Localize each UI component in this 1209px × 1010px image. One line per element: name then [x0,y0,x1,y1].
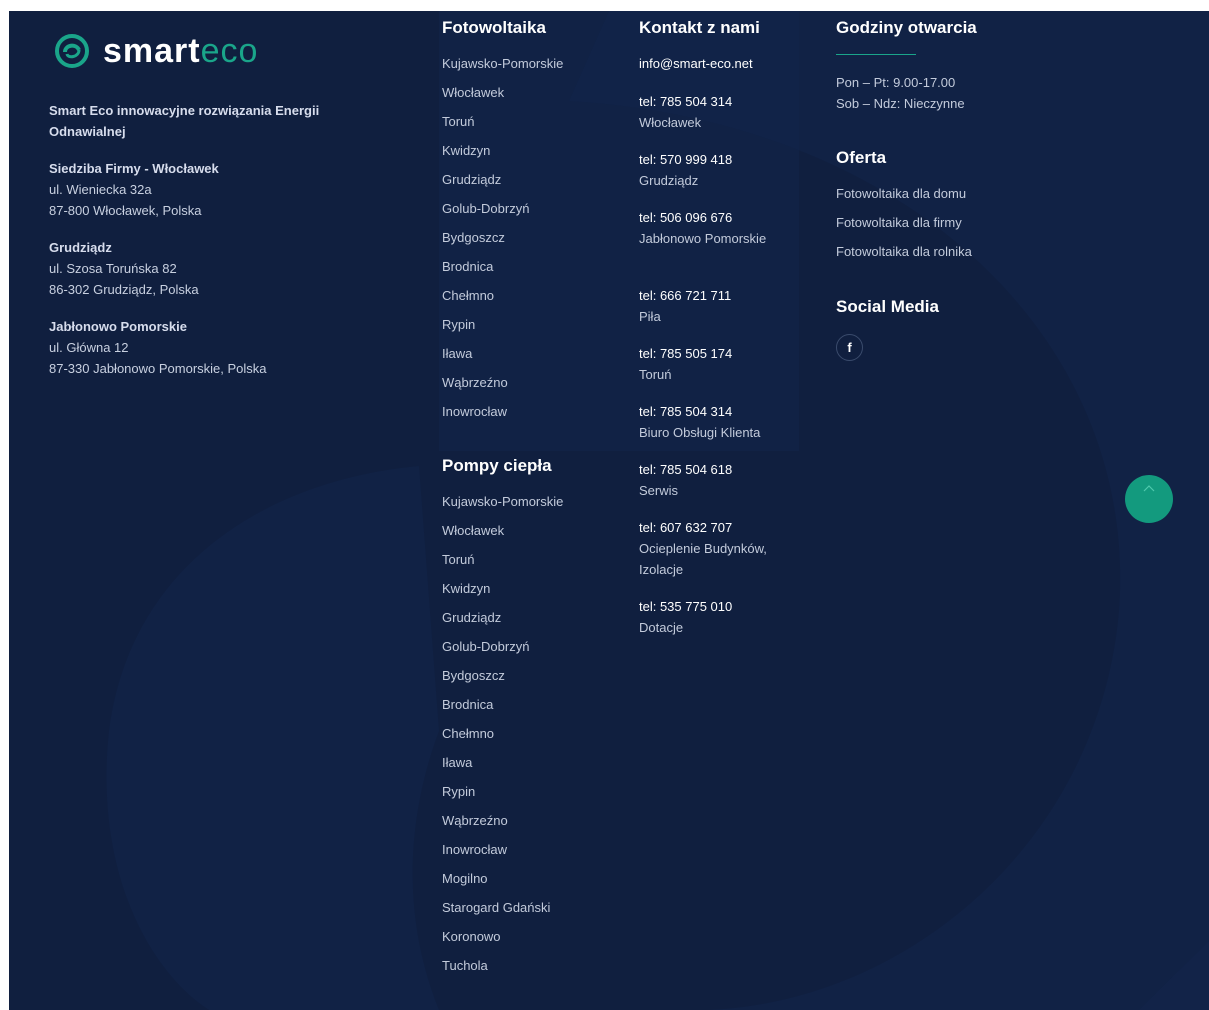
fotowoltaika-heading: Fotowoltaika [442,18,546,37]
oferta-link-rolnik[interactable]: Fotowoltaika dla rolnika [836,243,972,261]
pompy-link-wloclawek[interactable]: Włocławek [442,522,504,540]
pompy-link-wabrzezno[interactable]: Wąbrzeźno [442,812,508,830]
fotowoltaika-link-inowroclaw[interactable]: Inowrocław [442,403,507,421]
pompy-link-inowroclaw[interactable]: Inowrocław [442,841,507,859]
oferta-link-dom[interactable]: Fotowoltaika dla domu [836,185,966,203]
pompy-link-grudziadz[interactable]: Grudziądz [442,609,501,627]
pompy-link-mogilno[interactable]: Mogilno [442,870,488,888]
brand-name: smarteco [103,31,258,71]
contact-phone-link[interactable]: tel: 535 775 010 [639,596,732,617]
location-street: ul. Główna 12 [49,340,129,355]
fotowoltaika-link-golub-dobrzyn[interactable]: Golub-Dobrzyń [442,200,529,218]
brand-name-smart: smart [103,32,201,70]
hours-weekdays: Pon – Pt: 9.00-17.00 [836,75,956,90]
fotowoltaika-link-rypin[interactable]: Rypin [442,316,475,334]
contact-phone-description: Jabłonowo Pomorskie [639,231,767,246]
location-city: 87-800 Włocławek, Polska [49,203,202,218]
pompy-link-bydgoszcz[interactable]: Bydgoszcz [442,667,505,685]
brand-logo[interactable]: smarteco [55,31,258,71]
location-jablonowo: Jabłonowo Pomorskie ul. Główna 12 87-330… [49,316,379,379]
contact-phone-link[interactable]: tel: 785 504 314 [639,401,732,422]
smarteco-logo-icon [55,34,89,68]
contact-phone-description: Grudziądz [639,173,699,188]
contact-phone-link[interactable]: tel: 785 504 618 [639,459,732,480]
pompy-link-torun[interactable]: Toruń [442,551,475,569]
social-heading: Social Media [836,297,939,316]
contact-phone-description: Toruń [639,367,672,382]
pompy-heading: Pompy ciepła [442,456,552,475]
fotowoltaika-link-kwidzyn[interactable]: Kwidzyn [442,142,490,160]
pompy-link-ilawa[interactable]: Iława [442,754,472,772]
fotowoltaika-link-ilawa[interactable]: Iława [442,345,472,363]
contact-phone-link[interactable]: tel: 666 721 711 [639,285,731,306]
pompy-link-kwidzyn[interactable]: Kwidzyn [442,580,490,598]
pompy-link-chelmno[interactable]: Chełmno [442,725,494,743]
contact-phone-description: Serwis [639,483,679,498]
brand-name-eco: eco [200,32,259,70]
scroll-to-top-button[interactable] [1125,475,1173,523]
fotowoltaika-link-bydgoszcz[interactable]: Bydgoszcz [442,229,505,247]
fotowoltaika-link-grudziadz[interactable]: Grudziądz [442,171,501,189]
pompy-link-golub-dobrzyn[interactable]: Golub-Dobrzyń [442,638,529,656]
contact-phone-link[interactable]: tel: 607 632 707 [639,517,732,538]
site-footer: smarteco Smart Eco innowacyjne rozwiązan… [9,11,1209,1010]
contact-phone-link[interactable]: tel: 506 096 676 [639,207,732,228]
pompy-link-kujawsko-pomorskie[interactable]: Kujawsko-Pomorskie [442,493,563,511]
contact-phone-description: Ocieplenie Budynków, Izolacje [639,541,767,577]
location-wloclawek: Siedziba Firmy - Włocławek ul. Wieniecka… [49,158,379,221]
contact-phone-description: Włocławek [639,115,702,130]
pompy-link-tuchola[interactable]: Tuchola [442,957,488,975]
location-grudziadz: Grudziądz ul. Szosa Toruńska 82 86-302 G… [49,237,379,300]
contact-phone-description: Biuro Obsługi Klienta [639,425,761,440]
oferta-link-firma[interactable]: Fotowoltaika dla firmy [836,214,962,232]
contact-email-link[interactable]: info@smart-eco.net [639,53,753,74]
hours-heading: Godziny otwarcia [836,18,977,37]
pompy-link-starogard-gdanski[interactable]: Starogard Gdański [442,899,550,917]
location-title: Jabłonowo Pomorskie [49,319,187,334]
location-street: ul. Wieniecka 32a [49,182,152,197]
oferta-heading: Oferta [836,148,887,167]
fotowoltaika-link-wabrzezno[interactable]: Wąbrzeźno [442,374,508,392]
facebook-icon[interactable]: f [836,334,863,361]
fotowoltaika-link-wloclawek[interactable]: Włocławek [442,84,504,102]
contact-phone-link[interactable]: tel: 785 505 174 [639,343,732,364]
location-title: Siedziba Firmy - Włocławek [49,161,219,176]
heading-underline [836,54,916,55]
fotowoltaika-link-brodnica[interactable]: Brodnica [442,258,493,276]
kontakt-heading: Kontakt z nami [639,18,760,37]
chevron-up-icon [1143,485,1155,492]
location-title: Grudziądz [49,240,112,255]
fotowoltaika-link-chelmno[interactable]: Chełmno [442,287,494,305]
company-tagline: Smart Eco innowacyjne rozwiązania Energi… [49,103,320,139]
location-street: ul. Szosa Toruńska 82 [49,261,177,276]
contact-phone-description: Dotacje [639,620,684,635]
location-city: 87-330 Jabłonowo Pomorskie, Polska [49,361,267,376]
contact-phone-link[interactable]: tel: 785 504 314 [639,91,732,112]
pompy-link-koronowo[interactable]: Koronowo [442,928,501,946]
opening-hours: Pon – Pt: 9.00-17.00 Sob – Ndz: Nieczynn… [836,72,965,114]
location-city: 86-302 Grudziądz, Polska [49,282,199,297]
fotowoltaika-link-torun[interactable]: Toruń [442,113,475,131]
contact-phone-description: Piła [639,309,661,324]
fotowoltaika-link-kujawsko-pomorskie[interactable]: Kujawsko-Pomorskie [442,55,563,73]
contact-phone-link[interactable]: tel: 570 999 418 [639,149,732,170]
pompy-link-brodnica[interactable]: Brodnica [442,696,493,714]
pompy-link-rypin[interactable]: Rypin [442,783,475,801]
hours-weekend: Sob – Ndz: Nieczynne [836,96,965,111]
